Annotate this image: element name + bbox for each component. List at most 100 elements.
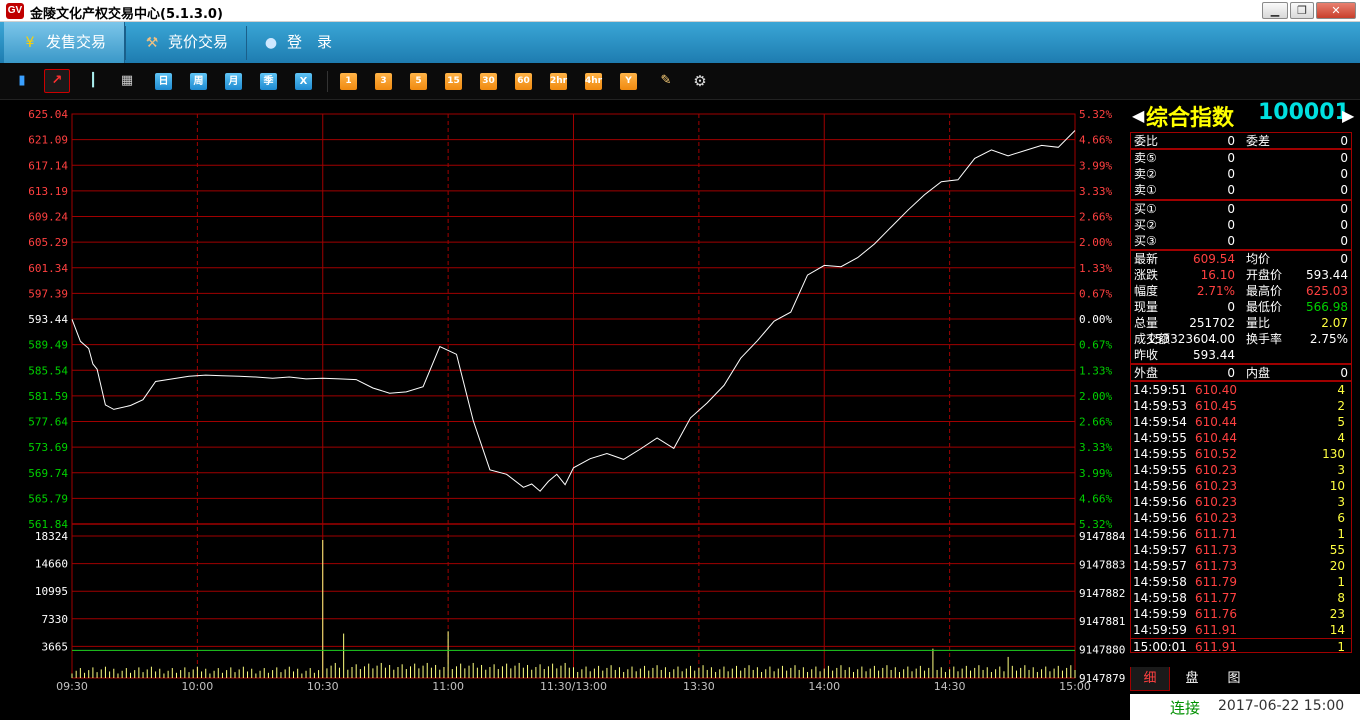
bar-chart-icon[interactable]: ▮ — [12, 71, 32, 91]
gear-icon[interactable]: ⚙ — [690, 71, 710, 91]
time-tick-label: 09:30 — [56, 680, 88, 693]
sell-level-label: 卖② — [1134, 167, 1157, 181]
tick-row: 14:59:59 611.76 23 — [1131, 606, 1351, 622]
panel-row: 卖⑤ 0 0 — [1131, 150, 1351, 166]
calendar-icon[interactable]: ▦ — [117, 71, 137, 91]
panel-tab[interactable]: 图 — [1214, 667, 1254, 691]
pct-tick-label: 4.66% — [1079, 134, 1112, 147]
period-year-button[interactable]: Y — [620, 73, 637, 90]
time-tick-label: 14:30 — [934, 680, 966, 693]
window-title: 金陵文化产权交易中心(5.1.3.0) — [30, 7, 223, 22]
pct-tick-label: 2.00% — [1079, 390, 1112, 403]
tick-price: 610.23 — [1195, 479, 1237, 493]
tick-volume: 14 — [1329, 623, 1345, 637]
tick-row: 14:59:59 611.91 14 — [1131, 622, 1351, 638]
period-4hr-button[interactable]: 4hr — [585, 73, 602, 90]
quote-value: 566.98 — [1306, 300, 1348, 314]
period-quarter-button[interactable]: 季 — [260, 73, 277, 90]
gavel-icon: ⚒ — [145, 35, 159, 51]
app-logo: GV — [6, 3, 24, 19]
tick-time: 14:59:56 — [1133, 495, 1187, 509]
quote-value: 2.07 — [1321, 316, 1348, 330]
tick-row: 14:59:53 610.45 2 — [1131, 398, 1351, 414]
pct-tick-label: 0.00% — [1079, 313, 1112, 326]
tick-row: 14:59:55 610.44 4 — [1131, 430, 1351, 446]
price-tick-label: 605.29 — [28, 236, 68, 249]
next-index-icon[interactable]: ▶ — [1342, 106, 1354, 125]
period-month-button[interactable]: 月 — [225, 73, 242, 90]
tick-price: 610.40 — [1195, 383, 1237, 397]
tick-price: 611.91 — [1195, 623, 1237, 637]
inner-label: 内盘 — [1246, 366, 1271, 380]
time-tick-label: 11:30/13:00 — [540, 680, 607, 693]
yen-icon: ¥ — [25, 35, 35, 51]
pct-tick-label: 2.00% — [1079, 236, 1112, 249]
buy-level-qty: 0 — [1340, 234, 1348, 248]
index-header: ◀ 综合指数 100001 ▶ — [1130, 100, 1354, 132]
tab-login[interactable]: ● 登 录 — [247, 22, 357, 63]
draw-icon[interactable]: ✎ — [656, 71, 676, 91]
volume-left-label: 18324 — [35, 530, 68, 543]
line-chart-icon[interactable]: ↗ — [44, 69, 70, 93]
tab-label: 发售交易 — [46, 33, 107, 51]
sell-level-price: 0 — [1227, 151, 1235, 165]
tick-time: 14:59:56 — [1133, 527, 1187, 541]
buy-level-label: 买② — [1134, 218, 1157, 232]
period-60min-button[interactable]: 60 — [515, 73, 532, 90]
status-bar-left — [0, 694, 1130, 720]
pct-tick-label: 0.67% — [1079, 339, 1112, 352]
buy-level-qty: 0 — [1340, 202, 1348, 216]
panel-row: 买③ 0 0 — [1131, 233, 1351, 249]
period-day-button[interactable]: 日 — [155, 73, 172, 90]
period-3min-button[interactable]: 3 — [375, 73, 392, 90]
period-5min-button[interactable]: 5 — [410, 73, 427, 90]
price-tick-label: 625.04 — [28, 108, 68, 121]
period-15min-button[interactable]: 15 — [445, 73, 462, 90]
panel-row: 涨跌 16.10 开盘价 593.44 — [1131, 267, 1351, 283]
restore-button[interactable]: ❐ — [1290, 2, 1314, 19]
tab-sale-trading[interactable]: ¥ 发售交易 — [4, 22, 125, 63]
sell-level-qty: 0 — [1340, 167, 1348, 181]
minimize-button[interactable]: ▁ — [1262, 2, 1288, 19]
time-tick-label: 13:30 — [683, 680, 715, 693]
period-week-button[interactable]: 周 — [190, 73, 207, 90]
quote-label: 量比 — [1246, 316, 1271, 330]
panel-tab[interactable]: 盘 — [1172, 667, 1212, 691]
period-1min-button[interactable]: 1 — [340, 73, 357, 90]
tick-time: 14:59:59 — [1133, 623, 1187, 637]
weicha-label: 委差 — [1246, 134, 1271, 148]
tick-list[interactable]: 14:59:51 610.40 4 14:59:53 610.45 2 14:59:54 61… — [1130, 381, 1352, 653]
close-button[interactable]: ✕ — [1316, 2, 1356, 19]
quote-value: 609.54 — [1193, 252, 1235, 266]
tick-price: 611.77 — [1195, 591, 1237, 605]
tick-volume: 20 — [1329, 559, 1345, 573]
intraday-chart[interactable]: 625.04 5.32% 621.09 4.66% 617.14 3.99% 613.19 3… — [0, 100, 1130, 694]
period-2hr-button[interactable]: 2hr — [550, 73, 567, 90]
prev-index-icon[interactable]: ◀ — [1132, 106, 1144, 125]
status-bar: 连接 2017-06-22 15:00 — [1130, 694, 1360, 720]
tick-volume: 8 — [1337, 591, 1345, 605]
sell-orders: 卖⑤ 0 0 卖② 0 0 卖① 0 0 — [1130, 149, 1352, 200]
panel-tabs: 细盘图 — [1130, 667, 1352, 691]
period-30min-button[interactable]: 30 — [480, 73, 497, 90]
tick-price: 610.45 — [1195, 399, 1237, 413]
weibi-label: 委比 — [1134, 134, 1159, 148]
candlestick-icon[interactable]: ┃ — [83, 71, 103, 91]
panel-row: 成交额 153323604.00 换手率 2.75% — [1131, 331, 1351, 347]
tick-row: 14:59:51 610.40 4 — [1131, 382, 1351, 398]
user-icon: ● — [264, 35, 278, 51]
tick-time: 14:59:51 — [1133, 383, 1187, 397]
panel-tab[interactable]: 细 — [1130, 667, 1170, 691]
volume-right-label: 9147879 — [1079, 672, 1125, 685]
tick-time: 14:59:59 — [1133, 607, 1187, 621]
index-code: 100001 — [1258, 100, 1350, 125]
pct-tick-label: 2.66% — [1079, 211, 1112, 224]
price-tick-label: 573.69 — [28, 441, 68, 454]
volume-left-label: 10995 — [35, 585, 68, 598]
tab-auction-trading[interactable]: ⚒ 竞价交易 — [126, 22, 246, 63]
tick-volume: 3 — [1337, 495, 1345, 509]
time-tick-label: 10:30 — [307, 680, 339, 693]
tick-time: 14:59:57 — [1133, 559, 1187, 573]
period-x-button[interactable]: X — [295, 73, 312, 90]
price-tick-label: 565.79 — [28, 492, 68, 505]
